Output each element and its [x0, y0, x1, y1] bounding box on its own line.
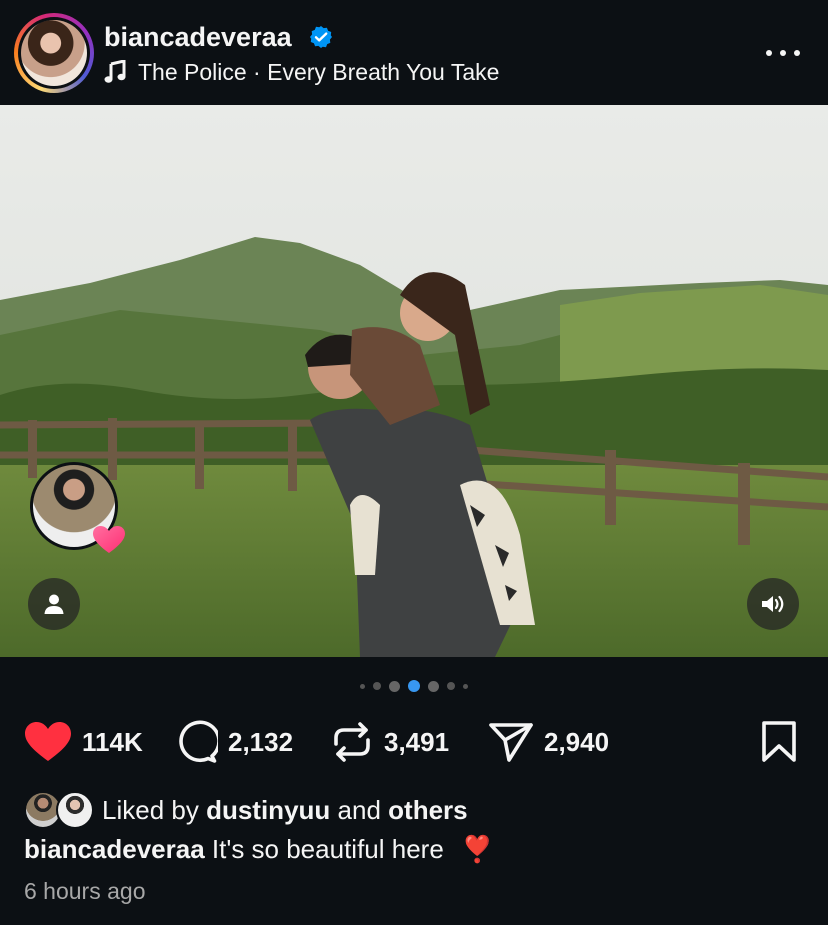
post-header: biancadeveraa The Police · Every Breath …: [0, 0, 828, 105]
carousel-dot: [463, 683, 468, 689]
heart-reaction-icon: [93, 526, 125, 553]
carousel-dot-active: [408, 680, 420, 692]
carousel-indicator: [0, 680, 828, 692]
post-caption: biancadeveraa It's so beautiful here ❣️: [24, 834, 493, 865]
profile-avatar-frame: [18, 17, 90, 89]
repost-icon: [334, 722, 370, 762]
share-button[interactable]: 2,940: [488, 718, 609, 766]
bookmark-icon: [762, 721, 796, 762]
liked-by-text: Liked by dustinyuu and others: [102, 795, 468, 826]
post-image: [0, 105, 828, 657]
music-note-icon: [104, 60, 126, 83]
volume-icon: [762, 595, 784, 613]
liked-by-row[interactable]: Liked by dustinyuu and others: [24, 790, 468, 830]
liker-avatars: [24, 790, 96, 830]
repost-button[interactable]: 3,491: [330, 718, 449, 766]
post-actions: 114K 2,132 3,491 2,940: [24, 718, 804, 766]
likes-count: 114K: [82, 726, 143, 757]
save-button[interactable]: [760, 718, 798, 766]
heart-filled-icon: [25, 722, 71, 761]
carousel-dot: [360, 683, 365, 689]
comments-count: 2,132: [228, 726, 294, 757]
liked-by-user[interactable]: dustinyuu: [206, 795, 330, 825]
speaker-icon[interactable]: [747, 578, 799, 630]
profile-avatar: [21, 20, 87, 86]
caption-username[interactable]: biancadeveraa: [24, 834, 205, 864]
carousel-dot: [373, 682, 381, 690]
caption-text: It's so beautiful here: [211, 834, 444, 864]
liked-by-others[interactable]: others: [388, 795, 467, 825]
verified-badge-icon: [310, 26, 332, 48]
carousel-dot: [428, 680, 439, 692]
person-icon: [44, 594, 64, 614]
music-attribution[interactable]: The Police · Every Breath You Take: [104, 58, 499, 86]
song-title: The Police · Every Breath You Take: [138, 58, 500, 85]
post-username[interactable]: biancadeveraa: [104, 22, 292, 53]
profile-avatar-story-ring[interactable]: [14, 13, 94, 93]
liker-avatar: [56, 791, 94, 829]
post-timestamp: 6 hours ago: [24, 878, 146, 904]
comment-button[interactable]: 2,132: [174, 718, 293, 766]
more-options-icon[interactable]: [766, 38, 800, 68]
like-button[interactable]: 114K: [24, 718, 143, 766]
post-photo[interactable]: [0, 105, 828, 657]
liked-by-and: and: [337, 794, 381, 825]
user-tag-icon[interactable]: [28, 578, 80, 630]
heart-exclamation-icon: ❣️: [461, 834, 494, 864]
carousel-dot: [389, 680, 400, 692]
liked-by-prefix: Liked by: [102, 794, 199, 825]
reposts-count: 3,491: [384, 726, 450, 757]
comment-icon: [179, 720, 218, 763]
shares-count: 2,940: [544, 726, 610, 757]
send-icon: [489, 723, 533, 762]
carousel-dot: [447, 682, 455, 690]
